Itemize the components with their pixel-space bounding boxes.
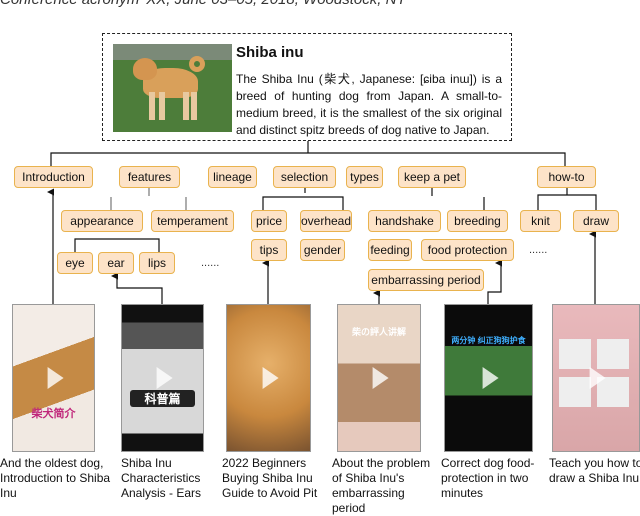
node-draw[interactable]: draw bbox=[573, 210, 619, 232]
node-introduction[interactable]: Introduction bbox=[14, 166, 93, 188]
video-thumbnail[interactable]: 科普篇 bbox=[121, 304, 204, 452]
node-gender[interactable]: gender bbox=[300, 239, 345, 261]
node-embarrassing-period[interactable]: embarrassing period bbox=[368, 269, 484, 291]
node-price[interactable]: price bbox=[251, 210, 287, 232]
node-lips[interactable]: lips bbox=[139, 252, 175, 274]
video-caption: About the problem of Shiba Inu's embarra… bbox=[332, 456, 431, 515]
play-icon bbox=[482, 367, 499, 389]
node-overhead[interactable]: overhead bbox=[300, 210, 352, 232]
node-ear[interactable]: ear bbox=[98, 252, 134, 274]
node-tips[interactable]: tips bbox=[251, 239, 287, 261]
play-icon bbox=[47, 367, 64, 389]
video-thumbnail[interactable]: 柴犬简介 bbox=[12, 304, 95, 452]
node-how-to[interactable]: how-to bbox=[537, 166, 596, 188]
node-handshake[interactable]: handshake bbox=[368, 210, 441, 232]
node-selection[interactable]: selection bbox=[273, 166, 336, 188]
video-caption: 2022 Beginners Buying Shiba Inu Guide to… bbox=[222, 456, 318, 500]
node-knit[interactable]: knit bbox=[520, 210, 561, 232]
play-icon bbox=[262, 367, 279, 389]
video-caption: Shiba Inu Characteristics Analysis - Ear… bbox=[121, 456, 202, 500]
video-thumbnail[interactable]: 柴の評人讲解 bbox=[337, 304, 421, 452]
node-types[interactable]: types bbox=[346, 166, 383, 188]
node-feeding[interactable]: feeding bbox=[368, 239, 412, 261]
node-food-protection[interactable]: food protection bbox=[421, 239, 514, 261]
video-caption: Correct dog food-protection in two minut… bbox=[441, 456, 535, 500]
video-caption: Teach you how to draw a Shiba Inu bbox=[549, 456, 640, 485]
video-thumbnail[interactable] bbox=[226, 304, 311, 452]
node-lineage[interactable]: lineage bbox=[208, 166, 257, 188]
play-icon bbox=[156, 367, 173, 389]
play-icon bbox=[372, 367, 389, 389]
more-ellipsis: ...... bbox=[201, 257, 220, 269]
node-eye[interactable]: eye bbox=[57, 252, 93, 274]
video-caption: And the oldest dog, Introduction to Shib… bbox=[0, 456, 111, 500]
node-keep-a-pet[interactable]: keep a pet bbox=[398, 166, 466, 188]
video-thumbnail[interactable] bbox=[552, 304, 640, 452]
node-breeding[interactable]: breeding bbox=[447, 210, 508, 232]
play-icon bbox=[589, 367, 606, 389]
node-appearance[interactable]: appearance bbox=[61, 210, 143, 232]
node-features[interactable]: features bbox=[119, 166, 180, 188]
video-thumbnail[interactable]: 两分钟 纠正狗狗护食 bbox=[444, 304, 533, 452]
node-temperament[interactable]: temperament bbox=[151, 210, 234, 232]
more-ellipsis: ...... bbox=[529, 244, 548, 256]
